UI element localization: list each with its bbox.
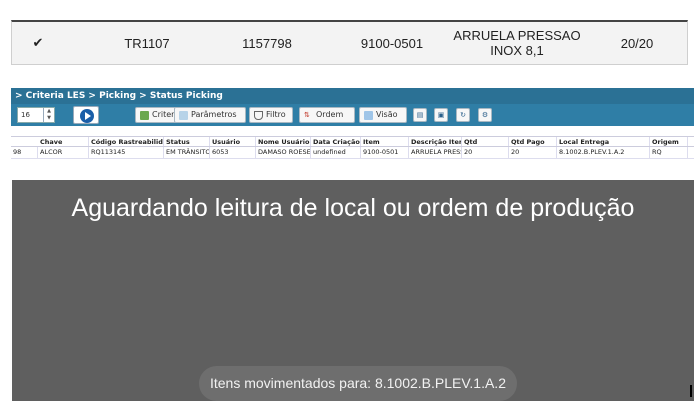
run-button[interactable]: [73, 106, 99, 124]
ordem-button[interactable]: ⇅ Ordem: [299, 107, 355, 123]
cell-qtd-pago: 20: [509, 147, 557, 158]
row-index: 98: [11, 147, 38, 158]
cell-chave: ALCOR: [38, 147, 89, 158]
col-origem[interactable]: Origem: [650, 137, 688, 146]
col-usuario[interactable]: Usuário: [210, 137, 256, 146]
scanner-screen: Aguardando leitura de local ou ordem de …: [12, 180, 694, 401]
col-item[interactable]: Item: [361, 137, 409, 146]
col-status[interactable]: Status: [164, 137, 210, 146]
col-local-entrega[interactable]: Local Entrega: [557, 137, 650, 146]
row-item: 9100-0501: [360, 35, 424, 51]
cell-nome-usuario: DAMASO ROESE: [258, 147, 311, 158]
export-icon[interactable]: ▤: [413, 108, 427, 122]
criteria-icon: [140, 110, 149, 120]
cell-qtd: 20: [462, 147, 509, 158]
toast-notification: Itens movimentados para: 8.1002.B.PLEV.1…: [199, 366, 517, 401]
page-size-value: 16: [21, 111, 30, 119]
cell-local-entrega: 8.1002.B.PLEV.1.A.2: [557, 147, 650, 158]
grid-header: Chave Código Rastreabilidade Status Usuá…: [11, 136, 694, 147]
filter-icon: [254, 110, 263, 120]
parametros-button[interactable]: Parâmetros: [174, 107, 246, 123]
breadcrumb: > Criteria LES > Picking > Status Pickin…: [11, 88, 694, 104]
row-number: 1157798: [242, 35, 292, 51]
row-description: ARRUELA PRESSAO INOX 8,1: [453, 28, 581, 58]
col-descricao[interactable]: Descrição Item: [409, 137, 462, 146]
cell-item: 9100-0501: [361, 147, 409, 158]
save-icon[interactable]: ▣: [434, 108, 448, 122]
picking-result-row[interactable]: ✔ TR1107 1157798 9100-0501 ARRUELA PRESS…: [11, 20, 688, 65]
waiting-message: Aguardando leitura de local ou ordem de …: [71, 194, 635, 222]
row-code: TR1107: [124, 35, 170, 51]
double-check-icon: ✔: [32, 35, 44, 51]
parameters-icon: [179, 110, 188, 120]
cell-usuario: 6053: [210, 147, 256, 158]
visao-button[interactable]: Visão: [359, 107, 407, 123]
col-nome-usuario[interactable]: Nome Usuário: [256, 137, 311, 146]
play-icon: [80, 109, 94, 123]
col-chave[interactable]: Chave: [38, 137, 89, 146]
les-status-picking-panel: > Criteria LES > Picking > Status Pickin…: [11, 88, 694, 162]
col-data-criacao[interactable]: Data Criação: [311, 137, 361, 146]
cell-origem: RQ: [650, 147, 688, 158]
table-row[interactable]: 98 ALCOR RQ113145 EM TRÂNSITO 6053 DAMAS…: [11, 147, 694, 159]
visao-label: Visão: [376, 110, 398, 119]
col-qtd-pago[interactable]: Qtd Pago: [509, 137, 557, 146]
stepper-arrows-icon[interactable]: ▲ ▼: [43, 108, 54, 122]
sort-icon: ⇅: [304, 110, 310, 119]
settings-icon[interactable]: ⚙: [478, 108, 492, 122]
parametros-label: Parâmetros: [191, 110, 237, 119]
cell-descricao: ARRUELA PRESS: [411, 147, 462, 158]
ordem-label: Ordem: [316, 110, 344, 119]
page-size-stepper[interactable]: 16 ▲ ▼: [17, 107, 55, 123]
col-qtd[interactable]: Qtd: [462, 137, 509, 146]
cell-data-criacao: undefined: [311, 147, 361, 158]
filtro-button[interactable]: Filtro: [249, 107, 293, 123]
edge-marker: [690, 385, 692, 397]
refresh-icon[interactable]: ↻: [456, 108, 470, 122]
filtro-label: Filtro: [266, 110, 286, 119]
view-icon: [364, 110, 373, 120]
cell-codigo: RQ113145: [89, 147, 164, 158]
toolbar: 16 ▲ ▼ Criteria Parâmetros Filtro ⇅ Ordem…: [11, 104, 694, 126]
row-quantity: 20/20: [620, 35, 654, 51]
col-codigo[interactable]: Código Rastreabilidade: [89, 137, 164, 146]
cell-status: EM TRÂNSITO: [166, 147, 210, 158]
